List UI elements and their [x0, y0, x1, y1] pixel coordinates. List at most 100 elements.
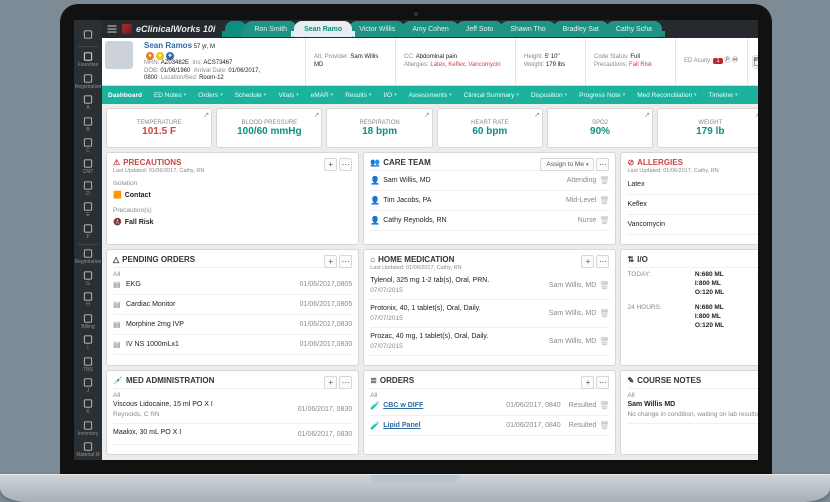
clipboard-icon[interactable]: Registration [74, 247, 102, 267]
add-button[interactable]: + [581, 255, 594, 268]
vital-tile[interactable]: ↗WEIGHT179 lb [657, 108, 758, 148]
more-button[interactable]: ⋯ [596, 158, 609, 171]
nav-item[interactable]: Assessments ▾ [403, 86, 458, 104]
tag-icon[interactable]: K [74, 397, 102, 417]
vital-tile[interactable]: ↗BLOOD PRESSURE100/60 mmHg [216, 108, 322, 148]
grid-icon[interactable]: H [74, 289, 102, 309]
cart-icon[interactable]: TBS [74, 354, 102, 374]
star-icon[interactable]: Favorites [74, 49, 102, 69]
nav-item[interactable]: I/O ▾ [377, 86, 402, 104]
trash-icon[interactable]: 🗑 [599, 337, 609, 346]
hamburger-icon[interactable] [74, 24, 102, 44]
files-icon[interactable]: 🗂 [752, 55, 758, 69]
nav-item[interactable]: Orders ▾ [192, 86, 228, 104]
bed-icon[interactable]: Billing [74, 311, 102, 331]
order-type-icon: ▤ [113, 340, 123, 349]
patient-tab[interactable]: Jeff Soto [456, 21, 504, 37]
trash-icon[interactable]: 🗑 [599, 216, 609, 225]
notes-icon: ✎ [627, 376, 634, 385]
nav-item[interactable]: Vitals ▾ [272, 86, 304, 104]
order-item[interactable]: 🧪Lipid Panel01/06/2017, 0840 Resulted🗑 [370, 419, 609, 432]
more-button[interactable]: ⋯ [596, 255, 609, 268]
chart-icon[interactable]: CMT [74, 157, 102, 177]
house-icon[interactable]: A [74, 92, 102, 112]
gear-icon[interactable]: Material M [74, 440, 102, 460]
io-card: + ⋯ ⇅I/O TODAY:N:680 MLSHIFT:N:-680 MLI:… [620, 249, 758, 366]
assign-to-me-button[interactable]: Assign to Me▾ [540, 158, 594, 171]
pending-order-item[interactable]: ▤Morphine 2mg IVP01/06/2017,0830 [113, 318, 352, 331]
trash-icon[interactable]: 🗑 [599, 309, 609, 318]
hamburger-icon[interactable] [106, 23, 118, 35]
trash-icon[interactable]: 🗑 [599, 281, 609, 290]
add-button[interactable]: + [324, 376, 337, 389]
nav-item[interactable]: eMAR ▾ [305, 86, 340, 104]
patient-tab[interactable]: Amy Cohen [402, 21, 459, 37]
nav-item[interactable]: Med Reconciliation ▾ [631, 86, 702, 104]
med-admin-item: Maalox, 30 mL PO X I01/06/2017, 0830 [113, 427, 352, 441]
nav-item[interactable]: Progress Note ▾ [573, 86, 631, 104]
vital-tile[interactable]: ↗RESPIRATION18 bpm [326, 108, 432, 148]
pill-icon[interactable]: D [74, 178, 102, 198]
expand-icon[interactable]: ↗ [314, 111, 320, 119]
more-button[interactable]: ⋯ [339, 376, 352, 389]
patient-name[interactable]: Sean Ramos [144, 41, 192, 50]
flag-icon[interactable]: ✚ [166, 52, 174, 60]
nav-item[interactable]: Dashboard [102, 86, 148, 104]
patient-tab[interactable]: Bradley Sat [553, 21, 609, 37]
flag-icon[interactable]: ★ [146, 52, 154, 60]
pending-order-item[interactable]: ▤Cardiac Monitor01/06/2017,0805 [113, 298, 352, 311]
more-button[interactable]: ⋯ [339, 255, 352, 268]
nav-item[interactable]: Disposition ▾ [525, 86, 573, 104]
nav-item[interactable]: Results ▾ [339, 86, 377, 104]
trash-icon[interactable]: 🗑 [599, 401, 609, 410]
trash-icon[interactable]: 🗑 [599, 176, 609, 185]
vital-tile[interactable]: ↗TEMPERATURE101.5 F [106, 108, 212, 148]
person-icon: 👤 [370, 196, 380, 205]
banner-identity: Sean Ramos 57 yr, M ★ ★ ✚ MRN: AZ03482E … [136, 38, 306, 85]
pending-order-item[interactable]: ▤IV NS 1000mLx101/06/2017,0830 [113, 338, 352, 351]
nav-item[interactable]: ED Notes ▾ [148, 86, 192, 104]
more-button[interactable]: ⋯ [596, 376, 609, 389]
plus-icon[interactable]: E [74, 200, 102, 220]
expand-icon[interactable]: ↗ [534, 111, 540, 119]
vitals-row: ↗TEMPERATURE101.5 F↗BLOOD PRESSURE100/60… [102, 104, 758, 152]
add-button[interactable]: + [324, 255, 337, 268]
patient-tab[interactable]: Victor Willis [349, 21, 405, 37]
patient-tab[interactable]: Cathy Scha [606, 21, 662, 37]
door-icon[interactable]: G [74, 268, 102, 288]
vital-tile[interactable]: ↗SpO290% [547, 108, 653, 148]
expand-icon[interactable]: ↗ [755, 111, 758, 119]
vital-tile[interactable]: ↗HEART RATE60 bpm [437, 108, 543, 148]
bag-icon[interactable]: J [74, 375, 102, 395]
contact-icon: 🟧 [113, 191, 122, 199]
pending-icon: △ [113, 255, 119, 264]
box-icon[interactable]: Inventory [74, 418, 102, 438]
expand-icon[interactable]: ↗ [644, 111, 650, 119]
register-icon[interactable]: Registration [74, 71, 102, 91]
add-button[interactable]: + [324, 158, 337, 171]
pending-order-item[interactable]: ▤EKG01/06/2017,0805 [113, 278, 352, 291]
care-team-member: 👤Sam Willis, MDAttending🗑 [370, 174, 609, 187]
order-item[interactable]: 🧪CBC w DIFF01/06/2017, 0840 Resulted🗑 [370, 399, 609, 412]
nav-item[interactable]: Timeline ▾ [703, 86, 744, 104]
nav-item[interactable]: Clinical Summary ▾ [458, 86, 525, 104]
flag-icon[interactable]: ★ [156, 52, 164, 60]
care-team-member: 👤Cathy Reynolds, RNNurse🗑 [370, 214, 609, 227]
expand-icon[interactable]: ↗ [203, 111, 209, 119]
pulse-icon[interactable]: C [74, 135, 102, 155]
add-button[interactable]: + [581, 376, 594, 389]
bolt-icon[interactable]: B [74, 114, 102, 134]
orders-card: + ⋯ ≣ORDERS All 🧪CBC w DIFF01/06/2017, 0… [363, 370, 616, 455]
trash-icon[interactable]: 🗑 [599, 421, 609, 430]
trash-icon[interactable]: 🗑 [599, 196, 609, 205]
expand-icon[interactable]: ↗ [424, 111, 430, 119]
patient-tab[interactable]: Shawn Tho [500, 21, 555, 37]
care-team-member: 👤Tim Jacobs, PAMid-Level🗑 [370, 194, 609, 207]
nav-item[interactable]: Schedule ▾ [229, 86, 273, 104]
dollar-icon[interactable]: I [74, 332, 102, 352]
patient-tab[interactable]: Sean Ramo [294, 21, 352, 37]
more-button[interactable]: ⋯ [339, 158, 352, 171]
phone-icon[interactable]: F [74, 221, 102, 241]
camera-dot [414, 12, 418, 16]
patient-tab[interactable]: Ron Smith [244, 21, 297, 37]
